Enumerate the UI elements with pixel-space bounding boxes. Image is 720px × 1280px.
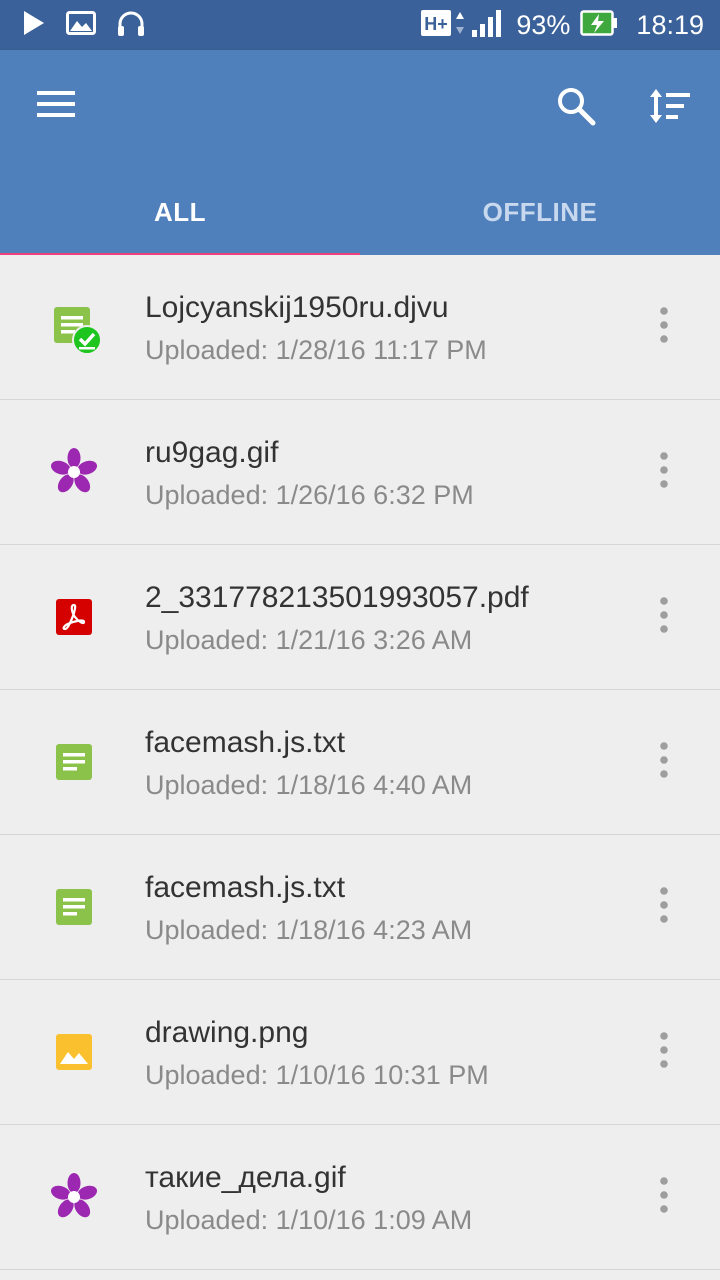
menu-button[interactable] [30, 84, 82, 128]
file-name: 2_331778213501993057.pdf [145, 581, 529, 614]
network-type-label: H+ [425, 14, 449, 34]
signal-icon [470, 8, 504, 43]
file-name: такие_дела.gif [145, 1161, 346, 1194]
upload-date: Uploaded: 1/18/16 4:40 AM [145, 770, 473, 800]
file-name: facemash.js.txt [145, 871, 346, 904]
file-name: facemash.js.txt [145, 726, 346, 759]
gif-icon [46, 1169, 102, 1225]
upload-date: Uploaded: 1/10/16 1:09 AM [145, 1205, 473, 1235]
list-item[interactable]: facemash.js.txt Uploaded: 1/18/16 4:40 A… [0, 690, 720, 835]
list-item[interactable]: facemash.js.txt Uploaded: 1/18/16 4:23 A… [0, 835, 720, 980]
more-options-button[interactable] [644, 877, 684, 937]
tab-offline[interactable]: OFFLINE [360, 166, 720, 258]
more-vert-icon [659, 451, 669, 493]
list-item[interactable]: 2_331778213501993057.pdf Uploaded: 1/21/… [0, 545, 720, 690]
list-item[interactable]: такие_дела.gif Uploaded: 1/10/16 1:09 AM [0, 1125, 720, 1270]
gif-icon [46, 444, 102, 500]
status-bar-system: H+ 93% 18:19 [420, 8, 704, 42]
pdf-icon [46, 589, 102, 645]
document-icon [46, 734, 102, 790]
file-name: ru9gag.gif [145, 436, 279, 469]
app-bar: ALL OFFLINE [0, 50, 720, 258]
file-name: Lojcyanskij1950ru.djvu [145, 291, 449, 324]
upload-date: Uploaded: 1/28/16 11:17 PM [145, 335, 487, 365]
document-icon [46, 299, 102, 355]
search-button[interactable] [548, 80, 604, 136]
status-bar: H+ 93% 18:19 [0, 0, 720, 50]
tab-label: ALL [153, 196, 207, 227]
sort-button[interactable] [642, 80, 698, 136]
list-item[interactable]: drawing.png Uploaded: 1/10/16 10:31 PM [0, 980, 720, 1125]
more-options-button[interactable] [644, 587, 684, 647]
more-options-button[interactable] [644, 732, 684, 792]
more-options-button[interactable] [644, 442, 684, 502]
more-vert-icon [659, 596, 669, 638]
upload-date: Uploaded: 1/10/16 10:31 PM [145, 1060, 489, 1090]
more-vert-icon [659, 741, 669, 783]
more-options-button[interactable] [644, 297, 684, 357]
image-icon [66, 10, 96, 40]
menu-icon [37, 90, 75, 123]
document-icon [46, 879, 102, 935]
tab-label: OFFLINE [482, 196, 598, 227]
upload-date: Uploaded: 1/18/16 4:23 AM [145, 915, 473, 945]
more-vert-icon [659, 306, 669, 348]
upload-date: Uploaded: 1/26/16 6:32 PM [145, 480, 474, 510]
more-options-button[interactable] [644, 1022, 684, 1082]
image-icon [46, 1024, 102, 1080]
list-item[interactable]: ru9gag.gif Uploaded: 1/26/16 6:32 PM [0, 400, 720, 545]
list-item[interactable]: Lojcyanskij1950ru.djvu Uploaded: 1/28/16… [0, 255, 720, 400]
headphones-icon [116, 9, 146, 42]
more-vert-icon [659, 1031, 669, 1073]
battery-percent: 93% [516, 9, 571, 40]
sort-icon [648, 87, 692, 130]
network-type-icon: H+ [420, 7, 470, 44]
clock: 18:19 [636, 9, 704, 40]
status-bar-notifications [22, 10, 146, 40]
file-name: drawing.png [145, 1016, 309, 1049]
file-list: Lojcyanskij1950ru.djvu Uploaded: 1/28/16… [0, 255, 720, 1270]
play-icon [22, 9, 46, 42]
battery-charging-icon [580, 9, 618, 41]
tab-all[interactable]: ALL [0, 166, 360, 258]
more-options-button[interactable] [644, 1167, 684, 1227]
search-icon [556, 86, 596, 131]
upload-date: Uploaded: 1/21/16 3:26 AM [145, 625, 473, 655]
more-vert-icon [659, 886, 669, 928]
tab-bar: ALL OFFLINE [0, 166, 720, 258]
more-vert-icon [659, 1176, 669, 1218]
